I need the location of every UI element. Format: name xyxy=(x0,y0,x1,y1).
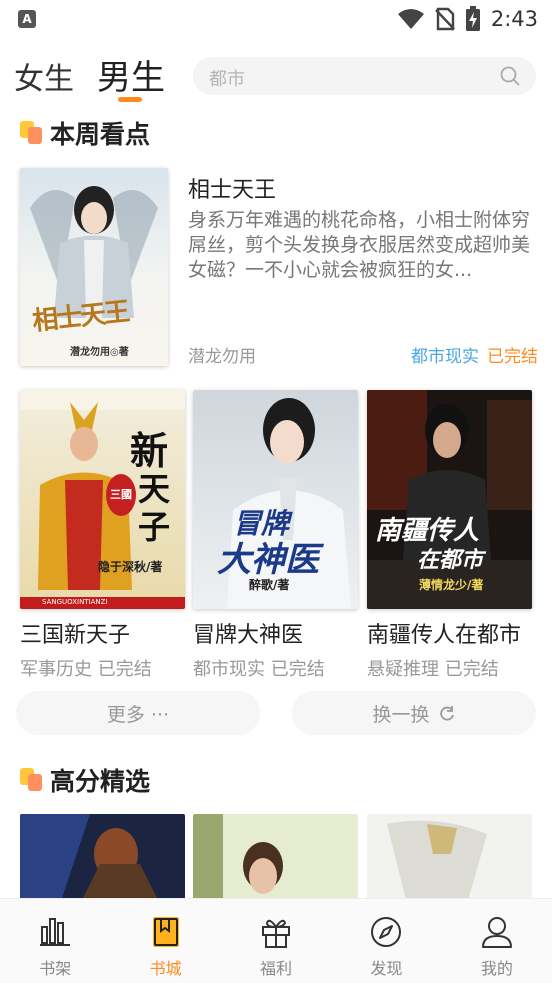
book-tags: 都市现实 已完结 xyxy=(411,342,538,367)
book-title[interactable]: 冒牌大神医 xyxy=(193,617,359,649)
book-card[interactable]: 冒牌 大神医 醉歌/著 冒牌大神医 都市现实 已完结 xyxy=(193,390,359,681)
book-meta: 悬疑推理 已完结 xyxy=(367,659,499,680)
refresh-button-label: 换一换 xyxy=(372,703,430,726)
more-button[interactable]: 更多 ··· xyxy=(16,691,260,735)
status-tag: 已完结 xyxy=(487,347,538,367)
cover-author-art: 醉歌/著 xyxy=(249,578,290,592)
refresh-icon xyxy=(439,706,454,721)
compass-icon xyxy=(371,917,402,947)
cover-title-art-2: 大神医 xyxy=(217,540,319,580)
nav-item-discover[interactable]: 发现 xyxy=(331,899,441,983)
status-bar: A 2:43 xyxy=(0,0,552,38)
book-author: 潜龙勿用 xyxy=(188,347,256,367)
cover-footer-art: SANGUOXINTIANZI xyxy=(42,598,108,606)
search-icon[interactable] xyxy=(500,66,520,86)
search-bar[interactable]: 都市 xyxy=(193,57,536,95)
book-cover[interactable]: 冒牌 大神医 醉歌/著 xyxy=(193,390,358,609)
section-title: 本周看点 xyxy=(50,120,151,149)
tab-female[interactable]: 女生 xyxy=(14,54,74,98)
category-tag[interactable]: 都市现实 xyxy=(411,347,479,367)
cover-title-art-2: 在都市 xyxy=(417,547,484,573)
section-icon xyxy=(20,768,44,792)
book-cover[interactable]: 相士天王 潜龙勿用◎著 xyxy=(20,168,168,366)
cover-seal: 三國 xyxy=(106,474,136,516)
nav-item-profile[interactable]: 我的 xyxy=(442,899,552,983)
gift-icon xyxy=(262,919,291,948)
refresh-button[interactable]: 换一换 xyxy=(292,691,536,735)
nav-item-bookshelf[interactable]: 书架 xyxy=(0,899,110,983)
clock: 2:43 xyxy=(490,7,538,31)
book-description: 身系万年难遇的桃花命格，小相士附体穷屌丝，剪个头发换身衣服居然变成超帅美女磁？一… xyxy=(188,209,531,281)
book-title[interactable]: 相士天王 xyxy=(188,172,276,204)
status-icons: 2:43 xyxy=(397,4,538,34)
book-card[interactable]: 南疆传人 在都市 薄情龙少/著 南疆传人在都市 悬疑推理 已完结 xyxy=(367,390,533,681)
section-icon xyxy=(20,121,44,145)
section-header-weekly: 本周看点 xyxy=(20,116,150,150)
no-sim-icon xyxy=(434,7,455,31)
cover-author-art: 薄情龙少/著 xyxy=(419,578,484,592)
app-notification-icon: A xyxy=(18,10,36,28)
bottom-nav: 书架 书城 福利 发现 我的 xyxy=(0,898,552,983)
book-cover[interactable] xyxy=(20,814,185,904)
cover-author-art: 隐于深秋/著 xyxy=(98,560,163,574)
person-icon xyxy=(481,917,512,948)
featured-book[interactable]: 相士天王 潜龙勿用◎著 相士天王 身系万年难遇的桃花命格，小相士附体穷屌丝，剪个… xyxy=(18,166,538,368)
nav-label: 我的 xyxy=(480,959,513,978)
bookmark-book-icon xyxy=(152,917,179,947)
active-tab-indicator xyxy=(118,97,142,102)
battery-charging-icon xyxy=(465,6,480,31)
book-cover[interactable] xyxy=(193,814,358,904)
nav-label: 书架 xyxy=(39,959,72,978)
cover-title-art-3: 子 xyxy=(138,508,171,546)
section-header-high-score: 高分精选 xyxy=(20,763,150,797)
book-title[interactable]: 南疆传人在都市 xyxy=(367,617,533,649)
tab-male[interactable]: 男生 xyxy=(97,50,165,99)
book-meta: 都市现实 已完结 xyxy=(193,659,325,680)
search-placeholder: 都市 xyxy=(209,69,245,90)
book-cover[interactable] xyxy=(367,814,532,904)
book-card[interactable]: 新 天 子 三國 隐于深秋/著 SANGUOXINTIANZI 三国新天子 军事… xyxy=(20,390,186,681)
nav-item-bookstore[interactable]: 书城 xyxy=(110,899,220,983)
nav-label: 书城 xyxy=(149,959,182,978)
wifi-icon xyxy=(397,9,424,29)
book-cover[interactable]: 新 天 子 三國 隐于深秋/著 SANGUOXINTIANZI xyxy=(20,390,185,609)
nav-label: 福利 xyxy=(260,959,293,978)
nav-item-rewards[interactable]: 福利 xyxy=(221,899,331,983)
book-cover[interactable]: 南疆传人 在都市 薄情龙少/著 xyxy=(367,390,532,609)
book-title[interactable]: 三国新天子 xyxy=(20,617,186,649)
book-meta: 军事历史 已完结 xyxy=(20,659,152,680)
nav-label: 发现 xyxy=(370,959,403,978)
bar-chart-icon xyxy=(40,918,71,946)
cover-author-art: 潜龙勿用◎著 xyxy=(70,347,129,358)
section-title: 高分精选 xyxy=(50,767,151,796)
more-button-label: 更多 ··· xyxy=(106,703,170,726)
